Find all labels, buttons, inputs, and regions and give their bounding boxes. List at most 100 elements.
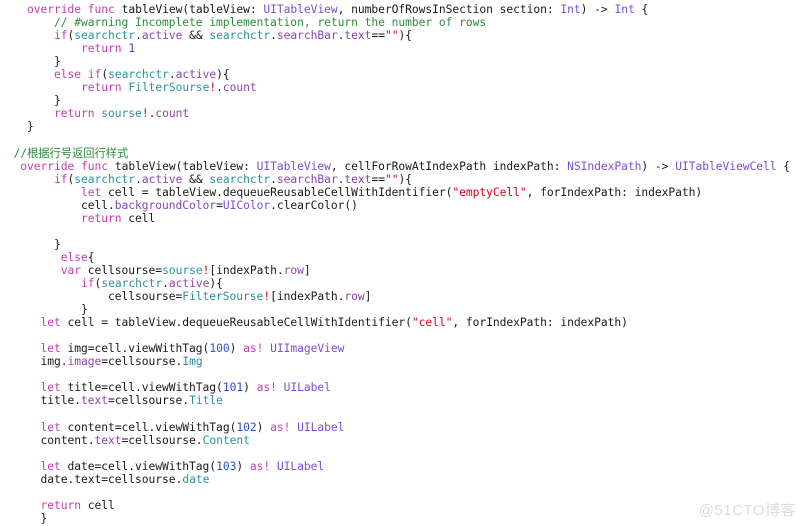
code-token-kw: if <box>54 29 68 43</box>
code-token-prop: active <box>141 29 183 43</box>
code-token-id: FilterSourse <box>128 81 210 95</box>
code-token-id: Img <box>182 355 203 369</box>
code-token-cmt: //根据行号返回行样式 <box>13 146 129 160</box>
code-token-typ: UITableView <box>256 159 331 173</box>
code-token-plain: . <box>168 68 176 82</box>
code-token-plain: =cellsourse. <box>101 472 183 486</box>
code-line: return FilterSourse!.count <box>0 81 806 94</box>
code-token-plain: , numberOfRowsInSection section: <box>337 3 561 16</box>
code-token-kw: if <box>54 172 68 186</box>
code-token-plain: ){ <box>398 29 412 43</box>
code-token-id: Title <box>189 394 223 408</box>
code-line: } <box>0 238 806 251</box>
code-token-kw: else <box>60 250 88 264</box>
code-token-plain: ) -> <box>641 159 676 173</box>
code-line: return cell <box>0 212 806 225</box>
code-token-plain: ){ <box>398 172 412 186</box>
code-token-plain: } <box>0 303 88 317</box>
code-token-plain: tableView(tableView: <box>108 159 257 173</box>
code-token-id: date <box>182 472 210 486</box>
code-token-prop: count <box>155 107 190 121</box>
code-token-kw: as! <box>256 381 277 395</box>
code-token-plain: } <box>0 94 61 108</box>
code-token-plain: date=cell.viewWithTag( <box>60 459 217 473</box>
source-code-listing[interactable]: override func tableView(tableView: UITab… <box>0 3 806 525</box>
code-token-prop: text <box>81 394 109 408</box>
code-line: if(searchctr.active && searchctr.searchB… <box>0 29 806 42</box>
code-token-typ: UITableView <box>263 3 338 16</box>
code-token-plain: ] <box>303 263 311 277</box>
code-line: img.image=cellsourse.Img <box>0 355 806 368</box>
code-token-kw: as! <box>270 420 291 434</box>
code-line: return sourse!.count <box>0 107 806 120</box>
code-token-kw: let <box>40 342 61 356</box>
code-token-kw: return <box>40 498 82 512</box>
code-token-plain: cell <box>81 498 115 512</box>
code-line: let title=cell.viewWithTag(101) as! UILa… <box>0 381 806 394</box>
code-token-kw: return <box>81 42 122 56</box>
code-token-prop: active <box>141 172 183 186</box>
code-token-plain: , forIndexPath: indexPath) <box>526 185 703 199</box>
code-token-kw: as! <box>249 459 271 473</box>
code-token-prop: text <box>94 433 122 447</box>
code-token-prop: active <box>168 276 210 290</box>
code-token-plain: == <box>371 172 385 186</box>
code-token-plain: } <box>0 237 61 251</box>
code-token-cmt: // #warning Incomplete implementation, r… <box>54 16 487 30</box>
code-token-plain: ) <box>236 459 250 473</box>
code-token-typ: UITableViewCell <box>675 159 777 173</box>
code-token-plain: . <box>270 172 277 186</box>
code-token-num: 100 <box>209 342 230 356</box>
code-token-plain: title=cell.viewWithTag( <box>60 381 223 395</box>
code-token-kw: let <box>40 459 61 473</box>
code-token-typ: Int <box>614 3 635 16</box>
code-token-id: sourse <box>162 263 203 277</box>
code-line: cellsourse=FilterSourse![indexPath.row] <box>0 290 806 303</box>
code-token-plain: { <box>87 250 95 264</box>
code-token-plain: img=cell.viewWithTag( <box>60 342 210 356</box>
code-line: let date=cell.viewWithTag(103) as! UILab… <box>0 460 806 473</box>
code-token-kw: func <box>87 3 115 16</box>
code-editor-surface[interactable]: override func tableView(tableView: UITab… <box>0 0 806 526</box>
code-token-id: Content <box>202 433 250 447</box>
code-token-plain: , forIndexPath: indexPath) <box>452 316 628 330</box>
code-line: override func tableView(tableView: UITab… <box>0 3 806 16</box>
code-token-plain: [indexPath. <box>270 290 345 304</box>
code-line: content.text=cellsourse.Content <box>0 434 806 447</box>
code-line: } <box>0 94 806 107</box>
code-token-plain: [indexPath. <box>209 263 284 277</box>
code-line: let cell = tableView.dequeueReusableCell… <box>0 316 806 329</box>
code-token-plain: . <box>135 172 142 186</box>
code-token-str: "cell" <box>411 316 453 330</box>
code-token-plain: && <box>182 172 210 186</box>
code-line: let content=cell.viewWithTag(102) as! UI… <box>0 421 806 434</box>
code-token-plain: . <box>162 276 169 290</box>
code-token-plain: cellsourse= <box>0 290 183 304</box>
code-line: } <box>0 120 806 133</box>
code-token-kw: override <box>27 3 82 16</box>
code-token-typ: UILabel <box>297 420 345 434</box>
code-token-plain: ) <box>243 381 257 395</box>
code-token-plain: cell = tableView.dequeueReusableCellWith… <box>101 185 453 199</box>
